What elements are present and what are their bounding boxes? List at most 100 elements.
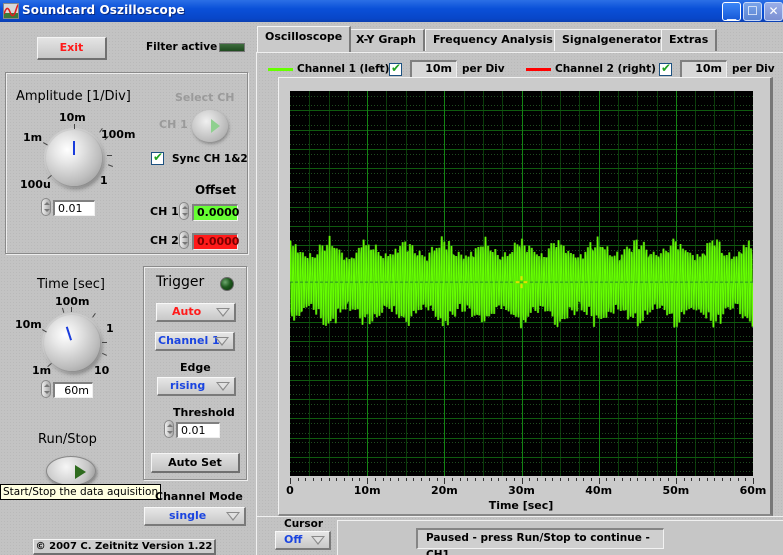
x-axis-minor-tick: [375, 478, 376, 481]
x-axis-minor-tick: [622, 478, 623, 481]
tick: [107, 155, 112, 156]
auto-set-button[interactable]: Auto Set: [151, 453, 240, 473]
maximize-icon: ☐: [747, 4, 758, 18]
filter-active-label: Filter active: [146, 41, 218, 53]
amplitude-knob-group[interactable]: 10m 1m 100m 100u 1: [20, 110, 135, 200]
x-axis-minor-tick: [421, 478, 422, 481]
filter-active-indicator: [219, 43, 245, 52]
channel-mode-title: Channel Mode: [155, 490, 243, 503]
amplitude-value-field[interactable]: 0.01: [53, 200, 95, 216]
x-axis-minor-tick: [491, 478, 492, 481]
x-axis-minor-tick: [606, 478, 607, 481]
x-axis-minor-tick: [329, 478, 330, 481]
time-knob-group[interactable]: 100m 10m 1 1m 10: [10, 295, 120, 380]
threshold-field[interactable]: 0.01: [176, 422, 220, 438]
x-axis-minor-tick: [413, 478, 414, 481]
channel1-checkbox[interactable]: ✔: [389, 61, 402, 76]
time-knob[interactable]: [44, 315, 100, 371]
tick: [43, 142, 48, 146]
exit-button[interactable]: Exit: [37, 37, 107, 60]
run-stop-button[interactable]: [46, 456, 96, 486]
offset-ch1-spinner[interactable]: [179, 202, 189, 220]
maximize-button[interactable]: ☐: [743, 2, 762, 21]
select-ch-button[interactable]: [192, 110, 228, 142]
x-axis-minor-tick: [745, 478, 746, 481]
threshold-spinner[interactable]: [164, 420, 174, 438]
oscilloscope-plot[interactable]: [290, 91, 753, 476]
chevron-down-icon: [226, 512, 240, 521]
x-axis-minor-tick: [583, 478, 584, 481]
bottom-divider: [256, 516, 783, 517]
amp-label-100u: 100u: [20, 178, 51, 191]
x-axis-tick-label: 30m: [508, 484, 535, 497]
x-axis-title: Time [sec]: [488, 499, 554, 512]
time-value-field[interactable]: 60m: [53, 382, 93, 398]
time-label-100m: 100m: [55, 295, 90, 308]
x-axis-minor-tick: [514, 478, 515, 481]
edge-dropdown[interactable]: rising: [157, 377, 236, 396]
cursor-value: Off: [284, 533, 303, 546]
offset-ch2-label: CH 2: [150, 234, 179, 247]
trigger-mode-dropdown[interactable]: Auto: [156, 303, 236, 322]
edge-label: Edge: [180, 361, 211, 374]
amplitude-spinner[interactable]: [41, 198, 51, 216]
auto-set-label: Auto Set: [168, 456, 222, 469]
x-axis-minor-tick: [722, 478, 723, 481]
channel1-per-div-field[interactable]: 10m: [410, 60, 457, 78]
tab-extras[interactable]: Extras: [661, 29, 718, 51]
x-axis-minor-tick: [398, 478, 399, 481]
time-spinner[interactable]: [41, 380, 51, 398]
channel-mode-value: single: [169, 509, 207, 522]
x-axis-minor-tick: [545, 478, 546, 481]
x-axis-minor-tick: [344, 478, 345, 481]
x-axis-tick-label: 50m: [662, 484, 690, 497]
tab-xy-graph[interactable]: X-Y Graph: [348, 29, 425, 51]
x-axis-minor-tick: [637, 478, 638, 481]
copyright-text: © 2007 C. Zeitnitz Version 1.22: [35, 541, 213, 552]
x-axis-minor-tick: [383, 478, 384, 481]
channel2-per-div-field[interactable]: 10m: [680, 60, 727, 78]
x-axis-minor-tick: [498, 478, 499, 481]
time-knob-needle: [65, 326, 73, 341]
channel1-legend-line: [268, 68, 293, 71]
plot-svg: [290, 91, 753, 476]
x-axis-minor-tick: [359, 478, 360, 481]
time-title: Time [sec]: [37, 277, 106, 292]
channel-mode-dropdown[interactable]: single: [144, 507, 246, 526]
x-axis-minor-tick: [568, 478, 569, 481]
amplitude-knob[interactable]: [46, 130, 102, 186]
channel2-checkbox[interactable]: ✔: [659, 61, 672, 76]
x-axis-minor-tick: [467, 478, 468, 481]
tab-signalgenerator[interactable]: Signalgenerator: [554, 29, 672, 51]
x-axis-minor-tick: [699, 478, 700, 481]
offset-ch2-spinner[interactable]: [179, 231, 189, 249]
x-axis-minor-tick: [537, 478, 538, 481]
threshold-label: Threshold: [173, 406, 235, 419]
check-icon: ✔: [390, 61, 402, 75]
close-button[interactable]: ✕: [764, 2, 783, 21]
x-axis-minor-tick: [406, 478, 407, 481]
tab-area-border: [256, 52, 783, 53]
channel1-per-div-label: per Div: [462, 63, 505, 75]
chevron-down-icon: [311, 536, 325, 545]
x-axis-tick-label: 0: [286, 484, 294, 497]
play-icon: [75, 465, 86, 479]
x-axis-minor-tick: [452, 478, 453, 481]
offset-ch1-field[interactable]: 0.0000: [192, 204, 239, 221]
channel1-trace: [290, 235, 753, 329]
trigger-channel-dropdown[interactable]: Channel 1: [155, 332, 235, 351]
x-axis-tick-label: 60m: [739, 484, 767, 497]
minimize-button[interactable]: ▁: [722, 2, 741, 21]
x-axis-minor-tick: [475, 478, 476, 481]
x-axis-minor-tick: [336, 478, 337, 481]
tab-oscilloscope[interactable]: Oscilloscope: [257, 26, 352, 52]
offset-ch2-field[interactable]: 0.0000: [192, 233, 239, 250]
tab-label: Extras: [669, 33, 709, 46]
x-axis-minor-tick: [730, 478, 731, 481]
tab-frequency-analysis[interactable]: Frequency Analysis: [425, 29, 562, 51]
x-axis-minor-tick: [684, 478, 685, 481]
sync-checkbox[interactable]: ✔: [151, 150, 164, 165]
x-axis-minor-tick: [321, 478, 322, 481]
cursor-dropdown[interactable]: Off: [275, 531, 331, 550]
minimize-icon: ▁: [726, 7, 737, 21]
